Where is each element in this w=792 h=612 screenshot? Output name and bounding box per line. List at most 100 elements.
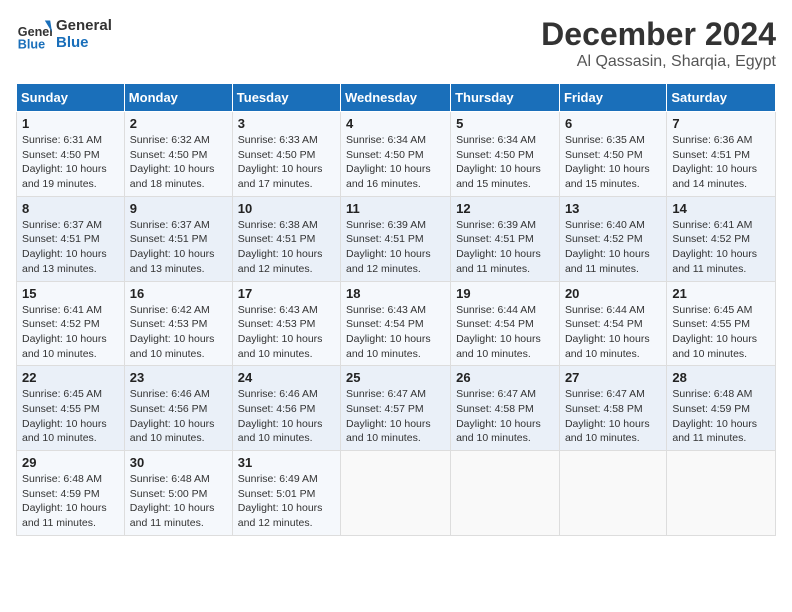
logo-line2: Blue bbox=[56, 34, 112, 51]
logo-icon: General Blue bbox=[16, 16, 52, 52]
weekday-thursday: Thursday bbox=[451, 84, 560, 112]
weekday-sunday: Sunday bbox=[17, 84, 125, 112]
day-info: Sunrise: 6:34 AM Sunset: 4:50 PM Dayligh… bbox=[456, 133, 554, 192]
day-info: Sunrise: 6:42 AM Sunset: 4:53 PM Dayligh… bbox=[130, 303, 227, 362]
day-number: 12 bbox=[456, 201, 554, 216]
day-cell: 16 Sunrise: 6:42 AM Sunset: 4:53 PM Dayli… bbox=[124, 281, 232, 366]
month-title: December 2024 bbox=[541, 16, 776, 53]
day-info: Sunrise: 6:36 AM Sunset: 4:51 PM Dayligh… bbox=[672, 133, 770, 192]
day-cell: 22 Sunrise: 6:45 AM Sunset: 4:55 PM Dayli… bbox=[17, 366, 125, 451]
day-info: Sunrise: 6:38 AM Sunset: 4:51 PM Dayligh… bbox=[238, 218, 335, 277]
day-cell: 17Sunrise: 6:43 AM Sunset: 4:53 PM Dayli… bbox=[232, 281, 340, 366]
day-info: Sunrise: 6:49 AM Sunset: 5:01 PM Dayligh… bbox=[238, 472, 335, 531]
day-number: 14 bbox=[672, 201, 770, 216]
day-number: 20 bbox=[565, 286, 661, 301]
page-header: General Blue General Blue December 2024 … bbox=[16, 16, 776, 71]
day-info: Sunrise: 6:45 AM Sunset: 4:55 PM Dayligh… bbox=[672, 303, 770, 362]
svg-text:Blue: Blue bbox=[18, 37, 45, 51]
day-number: 21 bbox=[672, 286, 770, 301]
day-number: 11 bbox=[346, 201, 445, 216]
day-number: 7 bbox=[672, 116, 770, 131]
day-info: Sunrise: 6:47 AM Sunset: 4:57 PM Dayligh… bbox=[346, 387, 445, 446]
logo: General Blue General Blue bbox=[16, 16, 112, 52]
day-cell: 1Sunrise: 6:31 AM Sunset: 4:50 PM Daylig… bbox=[17, 112, 125, 197]
calendar-body: 1Sunrise: 6:31 AM Sunset: 4:50 PM Daylig… bbox=[17, 112, 776, 536]
day-cell: 10Sunrise: 6:38 AM Sunset: 4:51 PM Dayli… bbox=[232, 196, 340, 281]
logo-line1: General bbox=[56, 17, 112, 34]
day-cell: 28 Sunrise: 6:48 AM Sunset: 4:59 PM Dayli… bbox=[667, 366, 776, 451]
week-row-4: 22 Sunrise: 6:45 AM Sunset: 4:55 PM Dayli… bbox=[17, 366, 776, 451]
day-info: Sunrise: 6:35 AM Sunset: 4:50 PM Dayligh… bbox=[565, 133, 661, 192]
day-cell: 23 Sunrise: 6:46 AM Sunset: 4:56 PM Dayli… bbox=[124, 366, 232, 451]
day-cell: 4 Sunrise: 6:34 AM Sunset: 4:50 PM Daylig… bbox=[341, 112, 451, 197]
day-cell: 13Sunrise: 6:40 AM Sunset: 4:52 PM Dayli… bbox=[559, 196, 666, 281]
day-info: Sunrise: 6:48 AM Sunset: 5:00 PM Dayligh… bbox=[130, 472, 227, 531]
week-row-1: 1Sunrise: 6:31 AM Sunset: 4:50 PM Daylig… bbox=[17, 112, 776, 197]
day-number: 5 bbox=[456, 116, 554, 131]
day-info: Sunrise: 6:37 AM Sunset: 4:51 PM Dayligh… bbox=[22, 218, 119, 277]
day-cell: 7 Sunrise: 6:36 AM Sunset: 4:51 PM Daylig… bbox=[667, 112, 776, 197]
day-number: 16 bbox=[130, 286, 227, 301]
day-cell: 20Sunrise: 6:44 AM Sunset: 4:54 PM Dayli… bbox=[559, 281, 666, 366]
day-cell bbox=[559, 451, 666, 536]
day-cell: 21 Sunrise: 6:45 AM Sunset: 4:55 PM Dayli… bbox=[667, 281, 776, 366]
day-cell bbox=[341, 451, 451, 536]
day-cell: 2Sunrise: 6:32 AM Sunset: 4:50 PM Daylig… bbox=[124, 112, 232, 197]
calendar-table: SundayMondayTuesdayWednesdayThursdayFrid… bbox=[16, 83, 776, 536]
day-info: Sunrise: 6:47 AM Sunset: 4:58 PM Dayligh… bbox=[565, 387, 661, 446]
day-cell: 9 Sunrise: 6:37 AM Sunset: 4:51 PM Daylig… bbox=[124, 196, 232, 281]
day-number: 27 bbox=[565, 370, 661, 385]
day-number: 25 bbox=[346, 370, 445, 385]
day-info: Sunrise: 6:41 AM Sunset: 4:52 PM Dayligh… bbox=[672, 218, 770, 277]
day-cell: 15Sunrise: 6:41 AM Sunset: 4:52 PM Dayli… bbox=[17, 281, 125, 366]
day-number: 24 bbox=[238, 370, 335, 385]
day-cell bbox=[451, 451, 560, 536]
day-cell: 18 Sunrise: 6:43 AM Sunset: 4:54 PM Dayli… bbox=[341, 281, 451, 366]
day-info: Sunrise: 6:34 AM Sunset: 4:50 PM Dayligh… bbox=[346, 133, 445, 192]
day-number: 26 bbox=[456, 370, 554, 385]
day-number: 6 bbox=[565, 116, 661, 131]
location: Al Qassasin, Sharqia, Egypt bbox=[541, 53, 776, 71]
day-number: 23 bbox=[130, 370, 227, 385]
day-number: 29 bbox=[22, 455, 119, 470]
day-info: Sunrise: 6:46 AM Sunset: 4:56 PM Dayligh… bbox=[130, 387, 227, 446]
day-number: 4 bbox=[346, 116, 445, 131]
day-info: Sunrise: 6:31 AM Sunset: 4:50 PM Dayligh… bbox=[22, 133, 119, 192]
day-number: 19 bbox=[456, 286, 554, 301]
day-number: 18 bbox=[346, 286, 445, 301]
day-info: Sunrise: 6:39 AM Sunset: 4:51 PM Dayligh… bbox=[346, 218, 445, 277]
day-cell: 14 Sunrise: 6:41 AM Sunset: 4:52 PM Dayli… bbox=[667, 196, 776, 281]
day-info: Sunrise: 6:37 AM Sunset: 4:51 PM Dayligh… bbox=[130, 218, 227, 277]
day-cell: 25 Sunrise: 6:47 AM Sunset: 4:57 PM Dayli… bbox=[341, 366, 451, 451]
day-number: 31 bbox=[238, 455, 335, 470]
day-cell: 19 Sunrise: 6:44 AM Sunset: 4:54 PM Dayli… bbox=[451, 281, 560, 366]
day-number: 2 bbox=[130, 116, 227, 131]
day-number: 28 bbox=[672, 370, 770, 385]
day-cell: 30 Sunrise: 6:48 AM Sunset: 5:00 PM Dayli… bbox=[124, 451, 232, 536]
week-row-5: 29 Sunrise: 6:48 AM Sunset: 4:59 PM Dayli… bbox=[17, 451, 776, 536]
day-info: Sunrise: 6:43 AM Sunset: 4:54 PM Dayligh… bbox=[346, 303, 445, 362]
day-cell: 29 Sunrise: 6:48 AM Sunset: 4:59 PM Dayli… bbox=[17, 451, 125, 536]
day-info: Sunrise: 6:45 AM Sunset: 4:55 PM Dayligh… bbox=[22, 387, 119, 446]
day-info: Sunrise: 6:46 AM Sunset: 4:56 PM Dayligh… bbox=[238, 387, 335, 446]
day-number: 22 bbox=[22, 370, 119, 385]
day-info: Sunrise: 6:48 AM Sunset: 4:59 PM Dayligh… bbox=[22, 472, 119, 531]
day-cell: 26 Sunrise: 6:47 AM Sunset: 4:58 PM Dayli… bbox=[451, 366, 560, 451]
day-cell: 31 Sunrise: 6:49 AM Sunset: 5:01 PM Dayli… bbox=[232, 451, 340, 536]
day-number: 9 bbox=[130, 201, 227, 216]
day-info: Sunrise: 6:41 AM Sunset: 4:52 PM Dayligh… bbox=[22, 303, 119, 362]
week-row-3: 15Sunrise: 6:41 AM Sunset: 4:52 PM Dayli… bbox=[17, 281, 776, 366]
weekday-tuesday: Tuesday bbox=[232, 84, 340, 112]
day-number: 17 bbox=[238, 286, 335, 301]
day-info: Sunrise: 6:47 AM Sunset: 4:58 PM Dayligh… bbox=[456, 387, 554, 446]
weekday-monday: Monday bbox=[124, 84, 232, 112]
day-number: 30 bbox=[130, 455, 227, 470]
week-row-2: 8Sunrise: 6:37 AM Sunset: 4:51 PM Daylig… bbox=[17, 196, 776, 281]
day-info: Sunrise: 6:44 AM Sunset: 4:54 PM Dayligh… bbox=[456, 303, 554, 362]
day-cell bbox=[667, 451, 776, 536]
title-block: December 2024 Al Qassasin, Sharqia, Egyp… bbox=[541, 16, 776, 71]
day-info: Sunrise: 6:33 AM Sunset: 4:50 PM Dayligh… bbox=[238, 133, 335, 192]
day-cell: 3Sunrise: 6:33 AM Sunset: 4:50 PM Daylig… bbox=[232, 112, 340, 197]
day-cell: 11 Sunrise: 6:39 AM Sunset: 4:51 PM Dayli… bbox=[341, 196, 451, 281]
day-info: Sunrise: 6:48 AM Sunset: 4:59 PM Dayligh… bbox=[672, 387, 770, 446]
